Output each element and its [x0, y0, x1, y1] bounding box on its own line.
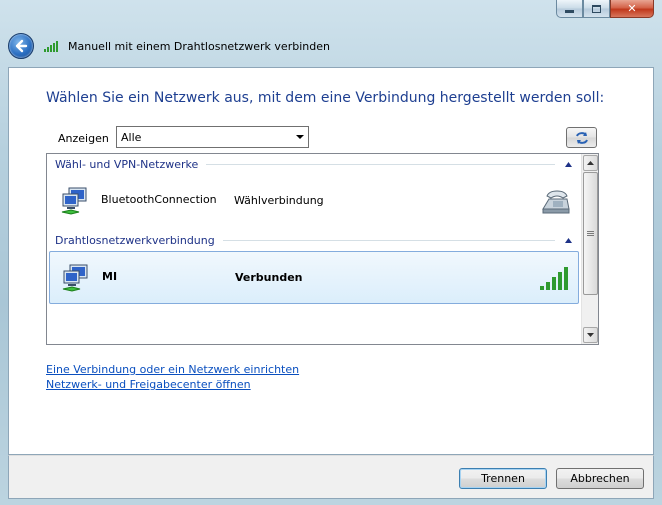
network-list[interactable]: Wähl- und VPN-Netzwerke BluetoothConnect… [46, 153, 599, 345]
network-center-link[interactable]: Netzwerk- und Freigabecenter öffnen [46, 378, 251, 391]
refresh-button[interactable] [566, 127, 597, 148]
button-bar: Trennen Abbrechen [8, 455, 654, 499]
grip-icon [587, 230, 594, 237]
filter-label: Anzeigen [58, 132, 109, 145]
group-title: Wähl- und VPN-Netzwerke [55, 157, 199, 171]
wireless-signal-icon [44, 40, 58, 52]
chevron-down-icon [292, 127, 308, 147]
filter-dropdown[interactable]: Alle [116, 126, 309, 148]
network-status: Verbunden [235, 271, 303, 284]
refresh-icon [575, 131, 588, 144]
back-arrow-icon [15, 39, 28, 53]
vertical-scrollbar[interactable] [581, 154, 598, 344]
network-name: MI [102, 270, 118, 283]
back-button[interactable] [8, 33, 34, 59]
computer-network-icon [59, 185, 91, 217]
maximize-button[interactable] [583, 0, 610, 18]
window-controls: ✕ [556, 0, 654, 20]
close-button[interactable]: ✕ [610, 0, 654, 18]
scroll-thumb[interactable] [583, 172, 598, 295]
titlebar: Manuell mit einem Drahtlosnetzwerk verbi… [8, 28, 654, 64]
page-heading: Wählen Sie ein Netzwerk aus, mit dem ein… [46, 90, 605, 106]
group-header-wireless[interactable]: Drahtlosnetzwerkverbindung [55, 233, 573, 247]
minimize-icon [565, 10, 574, 13]
collapse-icon[interactable] [563, 161, 573, 167]
minimize-button[interactable] [556, 0, 583, 18]
close-icon: ✕ [627, 2, 637, 15]
window-frame: ✕ Manuell mit einem Drahtlosnetzwerk ver… [0, 0, 662, 505]
list-item-network-selected[interactable]: MI Verbunden [49, 251, 579, 304]
scroll-up-button[interactable] [583, 155, 598, 171]
group-header-dialup[interactable]: Wähl- und VPN-Netzwerke [55, 157, 573, 171]
filter-selected-value: Alle [121, 130, 142, 144]
group-title: Drahtlosnetzwerkverbindung [55, 233, 215, 247]
setup-connection-link[interactable]: Eine Verbindung oder ein Netzwerk einric… [46, 363, 299, 376]
cancel-button[interactable]: Abbrechen [556, 468, 644, 489]
window-title: Manuell mit einem Drahtlosnetzwerk verbi… [68, 39, 330, 53]
scroll-down-button[interactable] [583, 327, 598, 343]
signal-strength-icon [538, 262, 570, 294]
list-item-network[interactable]: BluetoothConnection Wählverbindung [49, 175, 579, 228]
maximize-icon [592, 4, 601, 13]
content-panel: Wählen Sie ein Netzwerk aus, mit dem ein… [8, 67, 654, 455]
disconnect-button[interactable]: Trennen [459, 468, 547, 489]
network-name: BluetoothConnection [101, 193, 217, 206]
collapse-icon[interactable] [563, 237, 573, 243]
phone-modem-icon [539, 185, 571, 217]
network-status: Wählverbindung [234, 194, 324, 207]
computer-network-icon [60, 262, 92, 294]
